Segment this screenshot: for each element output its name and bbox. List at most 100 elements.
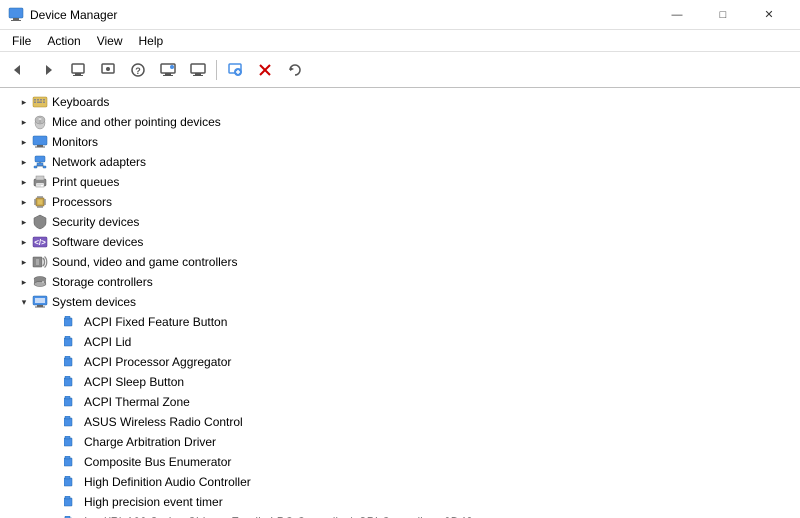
close-button[interactable]: ✕ — [746, 0, 792, 30]
leaf-spacer — [48, 354, 64, 370]
expand-icon[interactable] — [16, 234, 32, 250]
tree-item-composite[interactable]: Composite Bus Enumerator — [0, 452, 800, 472]
tree-item-system[interactable]: System devices — [0, 292, 800, 312]
sysdev-icon — [64, 514, 80, 518]
scan-button[interactable] — [154, 56, 182, 84]
expand-icon[interactable] — [16, 114, 32, 130]
sound-icon — [32, 254, 48, 270]
svg-text:</>: </> — [34, 238, 46, 247]
sysdev-icon — [64, 394, 80, 410]
expand-icon[interactable] — [16, 154, 32, 170]
leaf-spacer — [48, 474, 64, 490]
expand-icon[interactable] — [16, 194, 32, 210]
expand-icon[interactable] — [16, 274, 32, 290]
sysdev-icon — [64, 374, 80, 390]
forward-button[interactable] — [34, 56, 62, 84]
tree-item-acpi-sleep[interactable]: ACPI Sleep Button — [0, 372, 800, 392]
sound-label: Sound, video and game controllers — [52, 255, 237, 269]
toolbar: ? — [0, 52, 800, 88]
expand-icon[interactable] — [16, 214, 32, 230]
minimize-button[interactable]: — — [654, 0, 700, 30]
print-icon — [32, 174, 48, 190]
acpi-thermal-label: ACPI Thermal Zone — [84, 395, 190, 409]
acpi-sleep-label: ACPI Sleep Button — [84, 375, 184, 389]
tree-item-hda[interactable]: High Definition Audio Controller — [0, 472, 800, 492]
collapse-icon[interactable] — [16, 294, 32, 310]
leaf-spacer — [48, 374, 64, 390]
security-icon — [32, 214, 48, 230]
leaf-spacer — [48, 454, 64, 470]
sysdev-icon — [64, 414, 80, 430]
sysdev-icon — [64, 314, 80, 330]
svg-text:?: ? — [135, 66, 141, 76]
keyboard-icon — [32, 94, 48, 110]
back-button[interactable] — [4, 56, 32, 84]
hpet-label: High precision event timer — [84, 495, 223, 509]
network-icon — [32, 154, 48, 170]
main-area: Keyboards Mice and other pointing device… — [0, 88, 800, 518]
app-icon — [8, 7, 24, 23]
sysdev-icon — [64, 474, 80, 490]
tree-item-sound[interactable]: Sound, video and game controllers — [0, 252, 800, 272]
tree-item-hpet[interactable]: High precision event timer — [0, 492, 800, 512]
maximize-button[interactable]: □ — [700, 0, 746, 30]
tree-item-acpi-lid[interactable]: ACPI Lid — [0, 332, 800, 352]
tree-item-security[interactable]: Security devices — [0, 212, 800, 232]
sysdev-icon — [64, 434, 80, 450]
hda-label: High Definition Audio Controller — [84, 475, 251, 489]
storage-icon — [32, 274, 48, 290]
scan2-button[interactable] — [184, 56, 212, 84]
security-label: Security devices — [52, 215, 139, 229]
system-label: System devices — [52, 295, 136, 309]
tree-item-print[interactable]: Print queues — [0, 172, 800, 192]
window-controls: — □ ✕ — [654, 0, 792, 30]
expand-icon[interactable] — [16, 134, 32, 150]
menu-bar: File Action View Help — [0, 30, 800, 52]
leaf-spacer — [48, 334, 64, 350]
tree-item-storage[interactable]: Storage controllers — [0, 272, 800, 292]
tree-item-processors[interactable]: Processors — [0, 192, 800, 212]
processors-label: Processors — [52, 195, 112, 209]
network-label: Network adapters — [52, 155, 146, 169]
expand-icon[interactable] — [16, 174, 32, 190]
mouse-icon — [32, 114, 48, 130]
tree-item-intel-lpc[interactable]: Intel(R) 100 Series Chipset Family LPC C… — [0, 512, 800, 518]
software-icon: </> — [32, 234, 48, 250]
help-button[interactable]: ? — [124, 56, 152, 84]
tree-item-network[interactable]: Network adapters — [0, 152, 800, 172]
menu-action[interactable]: Action — [39, 30, 88, 52]
print-label: Print queues — [52, 175, 119, 189]
tree-item-charge-arb[interactable]: Charge Arbitration Driver — [0, 432, 800, 452]
acpi-proc-label: ACPI Processor Aggregator — [84, 355, 231, 369]
sysdev-icon — [64, 334, 80, 350]
tree-item-monitors[interactable]: Monitors — [0, 132, 800, 152]
tree-item-software[interactable]: </> Software devices — [0, 232, 800, 252]
title-bar: Device Manager — □ ✕ — [0, 0, 800, 30]
tree-item-keyboards[interactable]: Keyboards — [0, 92, 800, 112]
expand-icon[interactable] — [16, 94, 32, 110]
cpu-icon — [32, 194, 48, 210]
properties-button[interactable] — [64, 56, 92, 84]
window-title: Device Manager — [30, 8, 654, 22]
add-button[interactable] — [221, 56, 249, 84]
sysdev-icon — [64, 354, 80, 370]
update-driver-button[interactable] — [94, 56, 122, 84]
tree-item-acpi-thermal[interactable]: ACPI Thermal Zone — [0, 392, 800, 412]
acpi-lid-label: ACPI Lid — [84, 335, 131, 349]
mice-label: Mice and other pointing devices — [52, 115, 221, 129]
expand-icon[interactable] — [16, 254, 32, 270]
tree-item-asus-wireless[interactable]: ASUS Wireless Radio Control — [0, 412, 800, 432]
leaf-spacer — [48, 434, 64, 450]
remove-button[interactable] — [251, 56, 279, 84]
sysdev-icon — [64, 494, 80, 510]
menu-view[interactable]: View — [89, 30, 131, 52]
tree-item-mice[interactable]: Mice and other pointing devices — [0, 112, 800, 132]
system-icon — [32, 294, 48, 310]
tree-item-acpi-proc[interactable]: ACPI Processor Aggregator — [0, 352, 800, 372]
tree-item-acpi-fixed[interactable]: ACPI Fixed Feature Button — [0, 312, 800, 332]
rollback-button[interactable] — [281, 56, 309, 84]
menu-file[interactable]: File — [4, 30, 39, 52]
device-tree[interactable]: Keyboards Mice and other pointing device… — [0, 88, 800, 518]
leaf-spacer — [48, 314, 64, 330]
menu-help[interactable]: Help — [131, 30, 172, 52]
